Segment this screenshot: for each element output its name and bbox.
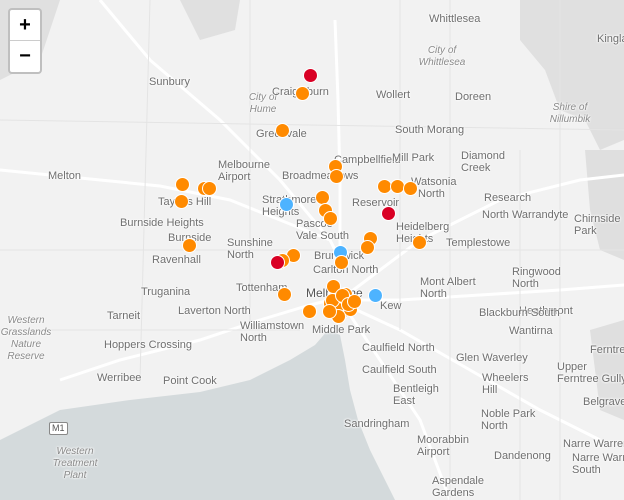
map-label-noble-park-north: Noble Park North: [481, 408, 536, 432]
map-label-belgrave: Belgrave: [583, 396, 624, 408]
map-marker-orange[interactable]: [201, 180, 217, 196]
map-label-south-morang: South Morang: [395, 124, 465, 136]
map-marker-red[interactable]: [380, 205, 396, 221]
map-label-moorabbin-airport: Moorabbin Airport: [417, 434, 469, 458]
map-label-glen-waverley: Glen Waverley: [456, 352, 528, 364]
map-label-templestowe: Templestowe: [446, 237, 511, 249]
map-label-truganina: Truganina: [141, 286, 191, 298]
map-label-wantirna: Wantirna: [509, 325, 553, 337]
map-label-mill-park: Mill Park: [392, 152, 435, 164]
map-marker-orange[interactable]: [333, 254, 349, 270]
map-label-north: North: [418, 188, 445, 200]
map-label-bentleigh-east: Bentleigh East: [393, 383, 439, 407]
map-marker-orange[interactable]: [402, 180, 418, 196]
map-label-burnside-heights: Burnside Heights: [120, 217, 204, 229]
map-marker-blue[interactable]: [278, 196, 294, 212]
map-label-narre-warren-south: Narre Warren South: [572, 452, 624, 476]
map-marker-orange[interactable]: [301, 303, 317, 319]
zoom-out-button[interactable]: −: [10, 41, 40, 71]
map-label-research: Research: [484, 192, 532, 204]
map-label-ravenhall: Ravenhall: [152, 254, 201, 266]
map-label-ferntree: Ferntree: [590, 344, 624, 356]
map-label-blackburn-south: Blackburn South: [479, 307, 560, 319]
map-marker-orange[interactable]: [173, 193, 189, 209]
map-marker-orange[interactable]: [328, 168, 344, 184]
map-marker-orange[interactable]: [321, 303, 337, 319]
map-label-point-cook: Point Cook: [163, 375, 217, 387]
map-label-tarneit: Tarneit: [107, 310, 141, 322]
map-label-north-warrandyte: North Warrandyte: [482, 209, 569, 221]
map-marker-red[interactable]: [269, 254, 285, 270]
map-label-kew: Kew: [380, 300, 402, 312]
map-label-aspendale-gardens: Aspendale Gardens: [432, 475, 484, 499]
map-marker-orange[interactable]: [322, 210, 338, 226]
map-marker-orange[interactable]: [346, 293, 362, 309]
map-marker-orange[interactable]: [181, 237, 197, 253]
map-label-caulfield-south: Caulfield South: [362, 364, 437, 376]
map-label-city-of-whittlesea: City of Whittlesea: [418, 45, 466, 68]
map-label-western-grasslands-nature-reserve: Western Grasslands Nature Reserve: [0, 315, 52, 362]
map-label-mont-albert-north: Mont Albert North: [420, 276, 476, 300]
map-label-ringwood-north: Ringwood North: [512, 266, 561, 290]
map-marker-orange[interactable]: [294, 85, 310, 101]
map-label-williamstown-north: Williamstown North: [240, 320, 305, 344]
highway-shield-m1: M1: [49, 422, 68, 435]
map-label-diamond-creek: Diamond Creek: [461, 150, 506, 174]
map-label-werribee: Werribee: [97, 372, 142, 384]
map-label-caulfield-north: Caulfield North: [362, 342, 435, 354]
map-label-middle-park: Middle Park: [312, 324, 371, 336]
map-label-western-treatment-plant: Western Treatment Plant: [52, 446, 98, 481]
map-label-shire-of-nillumbik: Shire of Nillumbik: [549, 102, 591, 125]
zoom-in-button[interactable]: +: [10, 10, 40, 41]
map-marker-orange[interactable]: [174, 176, 190, 192]
zoom-control: + −: [8, 8, 42, 74]
map-marker-orange[interactable]: [411, 234, 427, 250]
map-label-whittlesea: Whittlesea: [429, 13, 481, 25]
map-label-kingla: Kingla: [597, 33, 624, 45]
map-marker-red[interactable]: [302, 67, 318, 83]
map-marker-orange[interactable]: [359, 239, 375, 255]
map-label-wollert: Wollert: [376, 89, 411, 101]
map-label-doreen: Doreen: [455, 91, 492, 103]
map-label-hoppers-crossing: Hoppers Crossing: [104, 339, 193, 351]
map-label-sandringham: Sandringham: [344, 418, 410, 430]
map-label-campbellfield: Campbellfield: [334, 154, 401, 166]
map-marker-orange[interactable]: [276, 286, 292, 302]
map-label-narre-warren: Narre Warren: [563, 438, 624, 450]
map-label-taylors-hill: Taylors Hill: [158, 196, 212, 208]
map-marker-orange[interactable]: [274, 122, 290, 138]
map-canvas[interactable]: Whittlesea Kingla Sunbury City of Whittlese…: [0, 0, 624, 500]
map-label-chirnside-park: Chirnside Park: [574, 213, 621, 237]
map-label-melton: Melton: [48, 170, 82, 182]
map-label-broadmeadows: Broadmeadows: [282, 170, 359, 182]
map-marker-blue[interactable]: [367, 287, 383, 303]
map-label-melbourne-airport: Melbourne Airport: [218, 159, 270, 183]
map-label-laverton-north: Laverton North: [178, 305, 251, 317]
map-label-watsonia: Watsonia: [411, 176, 457, 188]
map-label-sunbury: Sunbury: [149, 76, 190, 88]
map-label-wheelers-hill: Wheelers Hill: [482, 372, 529, 396]
map-label-dandenong: Dandenong: [494, 450, 551, 462]
map-label-upper-ferntree-gully: Upper Ferntree Gully: [557, 361, 624, 385]
